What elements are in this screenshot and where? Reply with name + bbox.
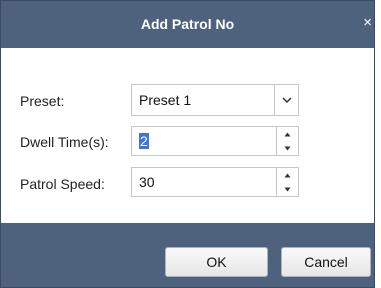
dialog-title: Add Patrol No xyxy=(140,16,235,32)
patrol-speed-label: Patrol Speed: xyxy=(20,176,105,192)
patrol-speed-value: 30 xyxy=(139,174,155,190)
add-patrol-dialog: Add Patrol No × Preset: Preset 1 Dwell T… xyxy=(0,0,375,288)
preset-value: Preset 1 xyxy=(139,92,192,108)
spin-down-icon[interactable] xyxy=(277,141,298,155)
dialog-footer: OK Cancel xyxy=(1,223,374,287)
dwell-time-label: Dwell Time(s): xyxy=(20,134,109,150)
dwell-time-spinbox[interactable]: 2 xyxy=(131,126,299,156)
chevron-down-icon[interactable] xyxy=(274,85,298,115)
dwell-time-value: 2 xyxy=(139,133,149,149)
preset-select[interactable]: Preset 1 xyxy=(131,84,299,116)
cancel-button[interactable]: Cancel xyxy=(281,247,371,277)
close-icon[interactable]: × xyxy=(363,15,372,31)
patrol-speed-spinbox[interactable]: 30 xyxy=(131,167,299,197)
preset-label: Preset: xyxy=(20,93,65,109)
spin-up-icon[interactable] xyxy=(277,127,298,141)
dialog-titlebar: Add Patrol No × xyxy=(1,1,374,48)
spin-up-icon[interactable] xyxy=(277,168,298,182)
spin-down-icon[interactable] xyxy=(277,182,298,196)
ok-button[interactable]: OK xyxy=(165,247,268,277)
spin-buttons xyxy=(276,168,298,196)
spin-buttons xyxy=(276,127,298,155)
